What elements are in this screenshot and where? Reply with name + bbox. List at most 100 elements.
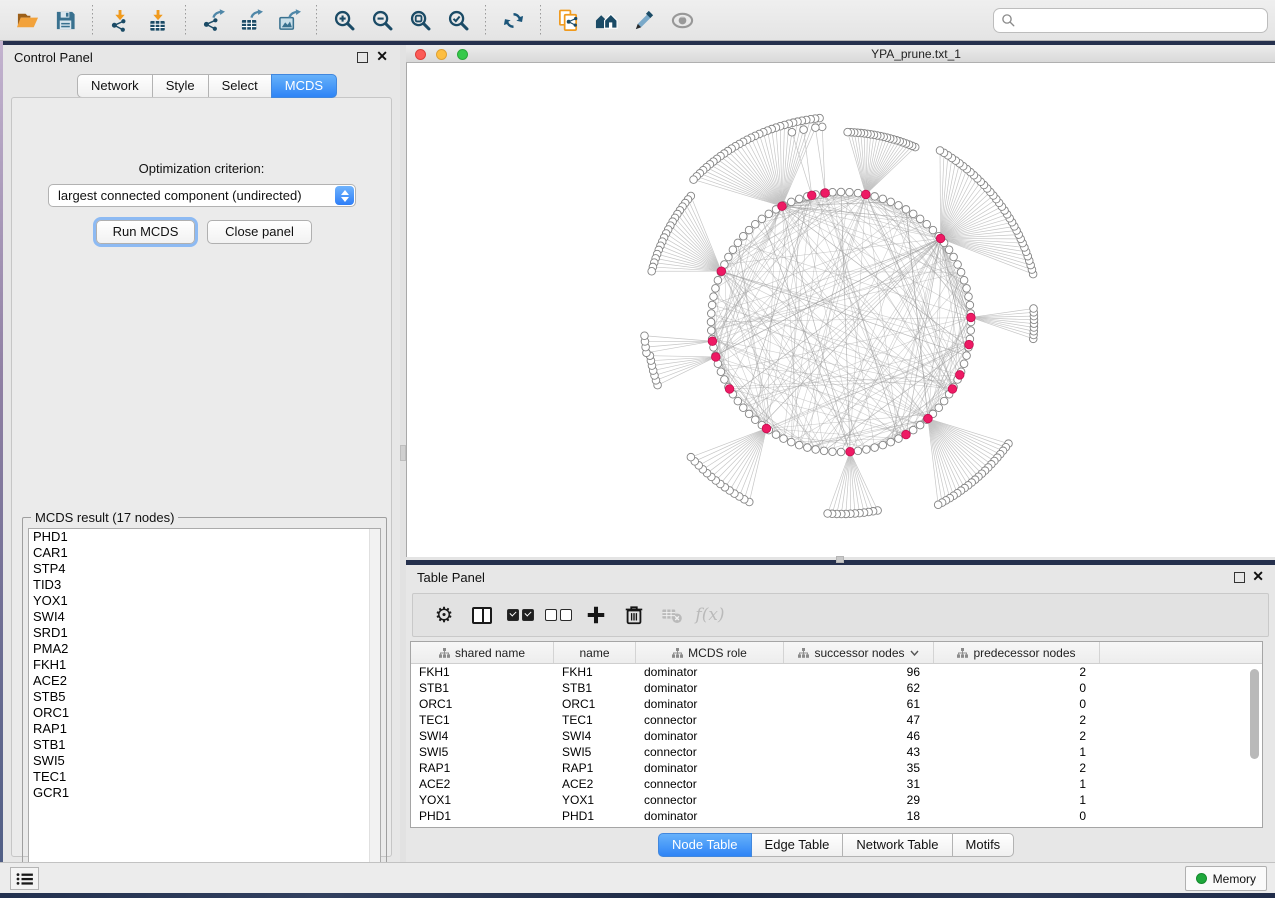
show-hide-icon[interactable] — [665, 4, 699, 36]
table-scrollbar-thumb[interactable] — [1250, 669, 1259, 759]
tab-style[interactable]: Style — [152, 74, 209, 98]
export-network-icon[interactable] — [196, 4, 230, 36]
export-image-icon[interactable] — [272, 4, 306, 36]
table-cell[interactable]: 62 — [784, 680, 934, 696]
table-cell[interactable]: TEC1 — [411, 712, 554, 728]
maximize-traffic-light-icon[interactable] — [457, 49, 468, 60]
close-traffic-light-icon[interactable] — [415, 49, 426, 60]
list-item[interactable]: TEC1 — [29, 769, 380, 785]
network-overview-icon[interactable] — [589, 4, 623, 36]
list-item[interactable]: TID3 — [29, 577, 380, 593]
list-item[interactable]: RAP1 — [29, 721, 380, 737]
table-row[interactable]: FKH1FKH1dominator962 — [411, 664, 1262, 680]
table-cell[interactable]: SWI5 — [411, 744, 554, 760]
task-history-button[interactable] — [10, 867, 39, 890]
split-table-icon[interactable] — [467, 598, 497, 632]
function-builder-icon[interactable]: f(x) — [695, 598, 725, 632]
table-cell[interactable]: 46 — [784, 728, 934, 744]
table-row[interactable]: RAP1RAP1dominator352 — [411, 760, 1262, 776]
close-panel-icon[interactable]: ✕ — [1252, 568, 1264, 585]
table-cell[interactable]: 2 — [934, 712, 1100, 728]
column-header-predecessor-nodes[interactable]: predecessor nodes — [934, 642, 1100, 663]
list-item[interactable]: GCR1 — [29, 785, 380, 801]
zoom-in-icon[interactable] — [327, 4, 361, 36]
table-cell[interactable]: 2 — [934, 664, 1100, 680]
table-cell[interactable]: connector — [636, 776, 784, 792]
delete-table-icon[interactable] — [657, 598, 687, 632]
import-table-icon[interactable] — [141, 4, 175, 36]
table-row[interactable]: SWI4SWI4dominator462 — [411, 728, 1262, 744]
table-row[interactable]: YOX1YOX1connector291 — [411, 792, 1262, 808]
list-scrollbar[interactable] — [369, 529, 380, 882]
annotation-marker-icon[interactable] — [627, 4, 661, 36]
table-cell[interactable]: 29 — [784, 792, 934, 808]
table-cell[interactable]: TEC1 — [554, 712, 636, 728]
table-cell[interactable]: PHD1 — [411, 808, 554, 824]
close-panel-icon[interactable]: ✕ — [376, 48, 388, 65]
table-cell[interactable]: 31 — [784, 776, 934, 792]
tab-network-table[interactable]: Network Table — [842, 833, 952, 857]
table-row[interactable]: SWI5SWI5connector431 — [411, 744, 1262, 760]
list-item[interactable]: PMA2 — [29, 641, 380, 657]
column-header-MCDS-role[interactable]: MCDS role — [636, 642, 784, 663]
table-cell[interactable]: 96 — [784, 664, 934, 680]
list-item[interactable]: SRD1 — [29, 625, 380, 641]
column-header-name[interactable]: name — [554, 642, 636, 663]
table-cell[interactable]: connector — [636, 712, 784, 728]
list-item[interactable]: CAR1 — [29, 545, 380, 561]
tab-node-table[interactable]: Node Table — [658, 833, 752, 857]
close-panel-button[interactable]: Close panel — [207, 220, 312, 244]
table-cell[interactable]: 2 — [934, 760, 1100, 776]
table-cell[interactable]: FKH1 — [411, 664, 554, 680]
memory-button[interactable]: Memory — [1185, 866, 1267, 891]
table-cell[interactable]: YOX1 — [554, 792, 636, 808]
table-cell[interactable]: SWI4 — [554, 728, 636, 744]
tab-motifs[interactable]: Motifs — [952, 833, 1015, 857]
table-cell[interactable]: 1 — [934, 744, 1100, 760]
table-cell[interactable]: connector — [636, 744, 784, 760]
list-item[interactable]: STP4 — [29, 561, 380, 577]
table-cell[interactable]: RAP1 — [411, 760, 554, 776]
table-cell[interactable]: PHD1 — [554, 808, 636, 824]
table-cell[interactable]: YOX1 — [411, 792, 554, 808]
table-cell[interactable]: ORC1 — [554, 696, 636, 712]
table-cell[interactable]: RAP1 — [554, 760, 636, 776]
list-item[interactable]: ACE2 — [29, 673, 380, 689]
table-cell[interactable]: SWI5 — [554, 744, 636, 760]
network-titlebar[interactable]: YPA_prune.txt_1 — [406, 45, 1275, 63]
select-all-icon[interactable] — [505, 598, 535, 632]
run-mcds-button[interactable]: Run MCDS — [96, 220, 195, 244]
list-item[interactable]: SWI4 — [29, 609, 380, 625]
search-box[interactable] — [993, 8, 1268, 33]
column-settings-gear-icon[interactable]: ⚙ — [429, 598, 459, 632]
mcds-result-list[interactable]: PHD1CAR1STP4TID3YOX1SWI4SRD1PMA2FKH1ACE2… — [28, 528, 381, 883]
list-item[interactable]: PHD1 — [29, 529, 380, 545]
table-cell[interactable]: FKH1 — [554, 664, 636, 680]
table-cell[interactable]: dominator — [636, 728, 784, 744]
table-cell[interactable]: dominator — [636, 808, 784, 824]
table-cell[interactable]: 47 — [784, 712, 934, 728]
refresh-view-icon[interactable] — [496, 4, 530, 36]
table-cell[interactable]: connector — [636, 792, 784, 808]
list-item[interactable]: SWI5 — [29, 753, 380, 769]
list-item[interactable]: YOX1 — [29, 593, 380, 609]
add-column-icon[interactable] — [581, 598, 611, 632]
zoom-fit-icon[interactable] — [403, 4, 437, 36]
table-cell[interactable]: 61 — [784, 696, 934, 712]
table-cell[interactable]: 35 — [784, 760, 934, 776]
table-cell[interactable]: 2 — [934, 728, 1100, 744]
list-item[interactable]: ORC1 — [29, 705, 380, 721]
import-network-icon[interactable] — [103, 4, 137, 36]
table-cell[interactable]: SWI4 — [411, 728, 554, 744]
float-panel-icon[interactable] — [1234, 572, 1245, 583]
save-session-icon[interactable] — [48, 4, 82, 36]
tab-select[interactable]: Select — [208, 74, 272, 98]
table-cell[interactable]: 43 — [784, 744, 934, 760]
zoom-selected-icon[interactable] — [441, 4, 475, 36]
table-cell[interactable]: STB1 — [411, 680, 554, 696]
tab-mcds[interactable]: MCDS — [271, 74, 337, 98]
table-cell[interactable]: STB1 — [554, 680, 636, 696]
table-cell[interactable]: dominator — [636, 680, 784, 696]
zoom-out-icon[interactable] — [365, 4, 399, 36]
table-row[interactable]: ORC1ORC1dominator610 — [411, 696, 1262, 712]
